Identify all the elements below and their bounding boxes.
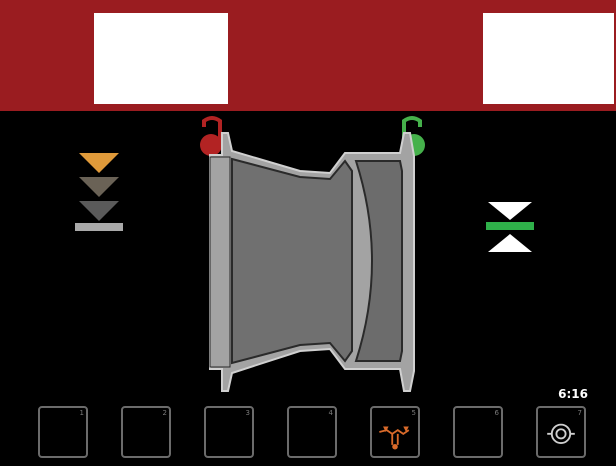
function-toolbar: 1 2 3 4 5 6 7	[0, 404, 616, 464]
function-button-2[interactable]: 2	[121, 406, 171, 458]
function-button-7[interactable]: 7	[536, 406, 586, 458]
button-number: 3	[245, 409, 250, 417]
left-display-panel	[94, 13, 228, 104]
right-display-panel	[483, 13, 614, 104]
function-button-4[interactable]: 4	[287, 406, 337, 458]
button-number: 6	[494, 409, 499, 417]
function-button-3[interactable]: 3	[204, 406, 254, 458]
clock-time: 6:16	[558, 387, 588, 401]
wheel-rim-cross-section	[200, 116, 425, 392]
button-number: 4	[328, 409, 333, 417]
button-number: 2	[162, 409, 167, 417]
header-bar	[0, 0, 616, 111]
button-number: 1	[79, 409, 84, 417]
function-button-5[interactable]: 5	[370, 406, 420, 458]
function-button-6[interactable]: 6	[453, 406, 503, 458]
wheel-clamp-icon	[547, 423, 575, 444]
function-button-1[interactable]: 1	[38, 406, 88, 458]
balance-weight-icon	[379, 426, 410, 450]
left-weight-icon	[200, 116, 222, 156]
